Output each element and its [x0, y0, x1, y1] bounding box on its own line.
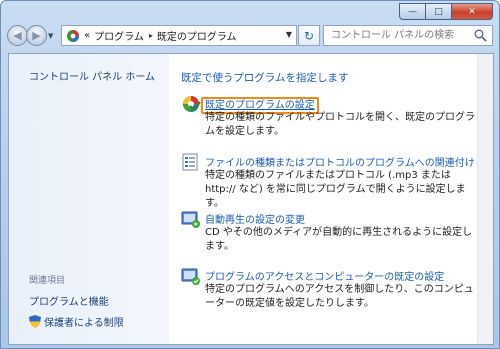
parental-controls-label: 保護者による制限 [44, 318, 124, 329]
control-panel-icon [67, 29, 79, 42]
refresh-icon: ↻ [303, 28, 315, 43]
set-default-programs-link[interactable]: 既定のプログラムの設定 [201, 96, 319, 114]
shield-icon [29, 315, 41, 328]
default-programs-icon[interactable] [181, 94, 201, 114]
sidebar: コントロール パネル ホーム 関連項目 プログラムと機能 保護者による制限 [9, 54, 169, 344]
search-icon[interactable] [474, 29, 487, 42]
file-association-icon[interactable] [181, 152, 201, 172]
caption-buttons: — □ ✕ [399, 3, 493, 20]
back-button[interactable]: ◀ [7, 25, 28, 46]
recent-pages-chevron-icon[interactable]: ▼ [48, 32, 53, 40]
main-panel: 既定で使うプログラムを指定します 既定のプログラムの設定 特定の種類のファイルや… [169, 54, 493, 344]
page-heading: 既定で使うプログラムを指定します [181, 72, 349, 84]
address-dropdown-icon[interactable]: ▼ [286, 30, 292, 39]
vertical-scrollbar[interactable] [477, 54, 493, 344]
programs-and-features-link[interactable]: プログラムと機能 [29, 293, 109, 308]
parental-controls-link[interactable]: 保護者による制限 [29, 314, 124, 329]
forward-arrow-icon: ▶ [32, 29, 41, 42]
program-access-icon[interactable] [181, 266, 201, 286]
search-input[interactable] [324, 26, 471, 45]
item-description: CD やその他のメディアが自動的に再生されるように設定します。 [205, 227, 473, 252]
address-bar[interactable]: « プログラム ▸ 既定のプログラム ▼ [61, 25, 297, 46]
item-description: 特定の種類のファイルまたはプロトコル (.mp3 または http:// など)… [205, 170, 466, 209]
close-button[interactable]: ✕ [451, 3, 493, 20]
breadcrumb-separator-icon[interactable]: ▸ [149, 31, 153, 40]
control-panel-home-link[interactable]: コントロール パネル ホーム [29, 68, 155, 83]
item-description: 特定の種類のファイルやプロトコルを開く、既定のプログラムを設定します。 [205, 112, 475, 137]
program-access-defaults-link[interactable]: プログラムのアクセスとコンピューターの既定の設定 [205, 268, 444, 283]
search-box[interactable] [323, 25, 493, 46]
file-association-link[interactable]: ファイルの種類またはプロトコルのプログラムへの関連付け [205, 154, 475, 169]
window-frame: — □ ✕ ◀ ▶ ▼ « プログラム ▸ 既定のプログラム ▼ ↻ コントロー… [0, 0, 500, 349]
maximize-button[interactable]: □ [425, 3, 451, 20]
autoplay-icon[interactable] [181, 209, 201, 229]
breadcrumb-default-programs[interactable]: 既定のプログラム [157, 28, 237, 43]
item-description: 特定のプログラムへのアクセスを制御したり、このコンピューターの既定値を設定したり… [205, 284, 474, 309]
autoplay-settings-link[interactable]: 自動再生の設定の変更 [205, 211, 305, 226]
content-pane: コントロール パネル ホーム 関連項目 プログラムと機能 保護者による制限 既定… [8, 53, 494, 345]
forward-button[interactable]: ▶ [26, 25, 47, 46]
related-heading: 関連項目 [29, 276, 66, 286]
breadcrumb-programs[interactable]: プログラム [94, 28, 144, 43]
back-arrow-icon: ◀ [13, 29, 22, 42]
breadcrumb-overflow[interactable]: « [84, 30, 90, 41]
minimize-button[interactable]: — [399, 3, 425, 20]
refresh-button[interactable]: ↻ [298, 25, 320, 46]
